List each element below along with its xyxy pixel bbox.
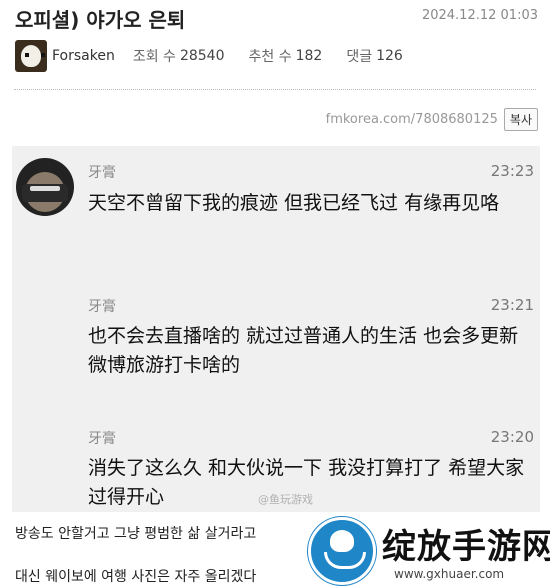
post-body-line: 대신 웨이보에 여행 사진은 자주 올리겠다 [15,569,257,585]
post-body-line: 방송도 안할거고 그냥 평범한 삶 살거라고 [15,526,257,542]
screenshot-image: 牙膏 23:23 天空不曾留下我的痕迹 但我已经飞过 有缘再见咯 牙膏 23:2… [12,146,540,512]
chat-text: 天空不曾留下我的痕迹 但我已经飞过 有缘再见咯 [88,192,500,214]
views-count: 28540 [179,48,225,64]
logo-url: www.gxhuaer.com [394,567,505,581]
post-meta: Forsaken 조회 수 28540 추천 수 182 댓글 126 [15,40,427,72]
post-date: 2024.12.12 01:03 [421,8,538,23]
octopus-logo-icon [308,517,376,585]
source-bar: fmkorea.com/7808680125 복사 [326,108,538,131]
logo-text: 绽放手游网 [382,527,550,567]
chat-time: 23:23 [490,162,534,180]
author-avatar[interactable] [15,40,47,72]
copy-button[interactable]: 복사 [503,108,538,131]
post-title: 오피셜) 야가오 은퇴 [15,8,186,32]
site-logo-watermark: 绽放手游网 www.gxhuaer.com [300,505,550,588]
author-name[interactable]: Forsaken [52,48,115,64]
chat-sender-name: 牙膏 [88,431,116,447]
chat-text: 也不会去直播啥的 就过过普通人的生活 也会多更新微博旅游打卡啥的 [88,325,519,376]
votes-label: 추천 수 [248,49,292,65]
chat-avatar [16,158,74,216]
chat-sender-name: 牙膏 [88,299,116,315]
chat-sender-name: 牙膏 [88,165,116,181]
votes-count: 182 [295,48,323,64]
post-header: 오피셜) 야가오 은퇴 2024.12.12 01:03 Forsaken 조회… [0,0,550,100]
header-divider [14,89,536,90]
comments-count: 126 [376,48,403,64]
chat-time: 23:20 [490,428,534,446]
source-url[interactable]: fmkorea.com/7808680125 [326,112,498,127]
comments-label: 댓글 [346,49,373,65]
views-label: 조회 수 [132,49,176,65]
chat-time: 23:21 [490,296,534,314]
